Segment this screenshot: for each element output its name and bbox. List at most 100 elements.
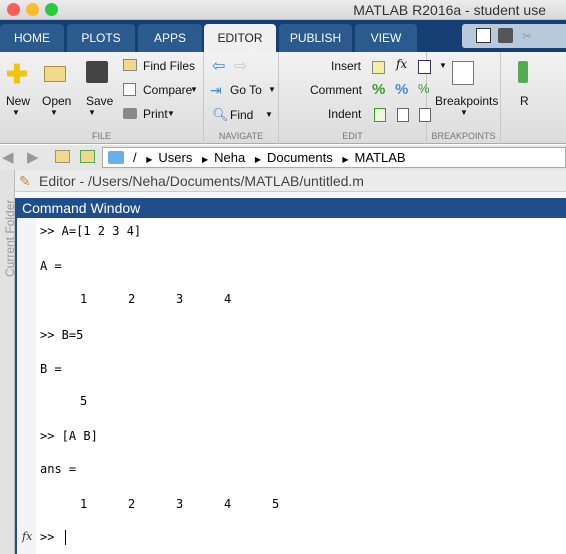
edit-section-label: EDIT	[342, 131, 363, 141]
breakpoints-button[interactable]: Breakpoints	[435, 94, 498, 108]
output-value: 4	[224, 292, 232, 306]
back-arrow-icon[interactable]: ◀	[2, 148, 14, 166]
chevron-down-icon[interactable]: ▼	[12, 108, 20, 117]
close-window-button[interactable]	[7, 3, 20, 16]
cut-icon[interactable]: ✂	[522, 29, 532, 43]
save-icon	[86, 61, 108, 83]
tab-apps[interactable]: APPS	[138, 24, 202, 52]
current-folder-sidebar[interactable]: Current Folder	[0, 170, 17, 554]
tab-view[interactable]: VIEW	[355, 24, 417, 52]
chevron-down-icon[interactable]: ▼	[167, 109, 175, 118]
comment-label: Comment	[310, 83, 363, 97]
path-documents[interactable]: Documents	[267, 150, 333, 165]
function-browser-icon[interactable]: fx	[22, 530, 32, 543]
tab-bar: HOME PLOTS APPS EDITOR PUBLISH VIEW ✂	[0, 20, 566, 52]
compare-icon	[123, 83, 136, 96]
comment-icon[interactable]: %	[372, 81, 385, 98]
tab-publish[interactable]: PUBLISH	[279, 24, 352, 52]
tab-editor[interactable]: EDITOR	[204, 24, 276, 52]
minimize-window-button[interactable]	[26, 3, 39, 16]
run-button[interactable]: R	[520, 94, 529, 108]
new-plus-icon: ✚	[6, 59, 28, 89]
output-value: 2	[128, 292, 136, 306]
open-folder-icon	[44, 66, 66, 82]
find-button[interactable]: Find	[230, 108, 253, 122]
output-label: ans =	[40, 462, 77, 476]
command-line: >> A=[1 2 3 4]	[40, 224, 142, 238]
browse-folder-icon[interactable]	[80, 150, 95, 163]
navigate-section-label: NAVIGATE	[218, 131, 264, 141]
path-root[interactable]: /	[133, 150, 137, 165]
uncomment-icon[interactable]: %	[395, 81, 408, 98]
up-folder-icon[interactable]	[55, 150, 70, 163]
new-button[interactable]: New	[6, 94, 30, 108]
back-arrow-icon[interactable]: ⇦	[212, 56, 225, 76]
find-files-icon	[123, 59, 137, 71]
forward-arrow-icon[interactable]: ▶	[27, 148, 39, 166]
insert-label: Insert	[331, 59, 362, 73]
new-file-icon[interactable]	[476, 28, 491, 43]
indent-label: Indent	[328, 107, 362, 121]
output-value: 3	[176, 497, 184, 511]
compare-button[interactable]: Compare	[143, 83, 192, 97]
edit-section: Insert fx ▼ Comment % % % Indent EDIT	[279, 52, 447, 144]
ribbon: ✚ New ▼ Open ▼ Save ▼ Find Files Compare…	[0, 52, 566, 144]
pencil-icon: ✎	[19, 173, 31, 189]
run-icon	[518, 61, 528, 83]
breakpoints-section-label: BREAKPOINTS	[431, 131, 496, 141]
folder-icon	[108, 151, 124, 164]
gutter	[17, 218, 36, 554]
output-value: 1	[80, 497, 88, 511]
go-to-button[interactable]: Go To	[230, 83, 262, 97]
output-value: 4	[224, 497, 232, 511]
command-line: >> B=5	[40, 328, 84, 342]
zoom-window-button[interactable]	[45, 3, 58, 16]
print-button[interactable]: Print	[143, 107, 168, 121]
insert-section-icon[interactable]	[372, 61, 385, 74]
editor-title: Editor - /Users/Neha/Documents/MATLAB/un…	[39, 173, 364, 189]
path-users[interactable]: Users	[158, 150, 192, 165]
file-section: ✚ New ▼ Open ▼ Save ▼ Find Files Compare…	[0, 52, 204, 144]
chevron-down-icon[interactable]: ▼	[268, 85, 276, 94]
navigate-section: ⇦ ⇨ ⇥ Go To ▼ 🔍︎ Find ▼ NAVIGATE	[204, 52, 279, 144]
output-value: 5	[272, 497, 280, 511]
text-cursor	[65, 530, 66, 545]
quick-access-toolbar: ✂	[462, 24, 566, 48]
address-bar: ◀ ▶ / ▶ Users ▶ Neha ▶ Documents ▶ MATLAB	[0, 145, 566, 170]
window-title: MATLAB R2016a - student use	[353, 2, 546, 18]
current-folder-path[interactable]: / ▶ Users ▶ Neha ▶ Documents ▶ MATLAB	[102, 147, 566, 168]
output-value: 1	[80, 292, 88, 306]
chevron-down-icon[interactable]: ▼	[460, 108, 468, 117]
output-label: A =	[40, 259, 62, 273]
open-button[interactable]: Open	[42, 94, 71, 108]
output-value: 2	[128, 497, 136, 511]
save-button[interactable]: Save	[86, 94, 113, 108]
chevron-down-icon[interactable]: ▼	[190, 85, 198, 94]
forward-arrow-icon[interactable]: ⇨	[234, 56, 247, 76]
go-to-icon: ⇥	[210, 82, 222, 98]
increase-indent-icon[interactable]	[397, 108, 409, 122]
title-bar: MATLAB R2016a - student use	[0, 0, 566, 20]
tab-home[interactable]: HOME	[0, 24, 64, 52]
find-magnifier-icon: 🔍︎	[212, 107, 229, 122]
tab-plots[interactable]: PLOTS	[67, 24, 135, 52]
chevron-down-icon[interactable]: ▼	[265, 110, 273, 119]
file-section-label: FILE	[91, 131, 111, 141]
path-matlab[interactable]: MATLAB	[355, 150, 406, 165]
save-icon[interactable]	[498, 28, 513, 43]
command-window[interactable]: >> A=[1 2 3 4] A = 1 2 3 4 >> B=5 B = 5 …	[15, 218, 566, 554]
breakpoints-section: Breakpoints ▼ BREAKPOINTS	[427, 52, 501, 144]
print-icon	[123, 108, 137, 119]
path-neha[interactable]: Neha	[214, 150, 245, 165]
chevron-down-icon[interactable]: ▼	[50, 108, 58, 117]
command-prompt[interactable]: >>	[40, 530, 62, 544]
chevron-down-icon[interactable]: ▼	[88, 108, 96, 117]
output-value: 3	[176, 292, 184, 306]
editor-titlebar[interactable]: ✎ Editor - /Users/Neha/Documents/MATLAB/…	[15, 170, 566, 192]
output-label: B =	[40, 362, 62, 376]
command-line: >> [A B]	[40, 429, 98, 443]
insert-function-icon[interactable]: fx	[396, 57, 407, 71]
smart-indent-icon[interactable]	[374, 108, 386, 122]
find-files-button[interactable]: Find Files	[143, 59, 195, 73]
output-value: 5	[80, 394, 88, 408]
